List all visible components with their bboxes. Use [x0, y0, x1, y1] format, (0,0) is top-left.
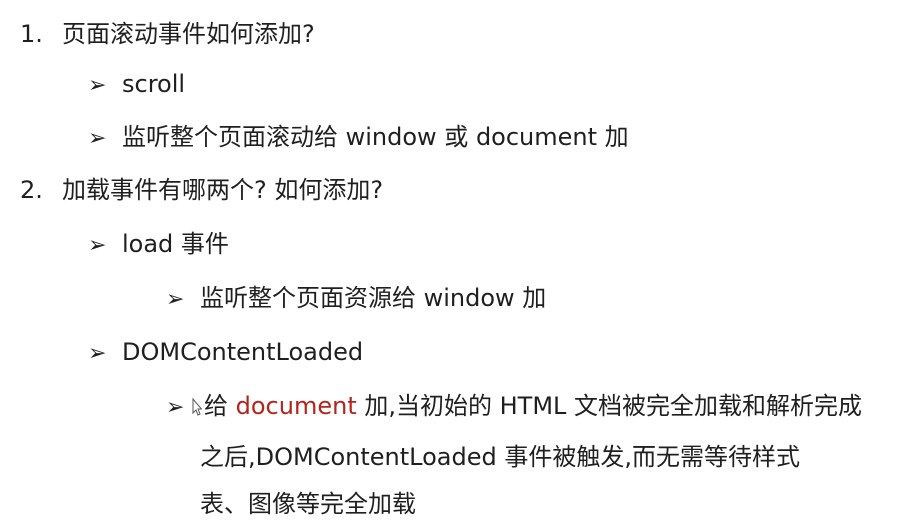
answer-2-b: ➢ DOMContentLoaded — [88, 335, 363, 371]
question-text: 页面滚动事件如何添加? — [62, 20, 315, 48]
answer-1-b: ➢ 监听整个页面滚动给 window 或 document 加 — [88, 120, 629, 156]
detail-suffix: 加,当初始的 HTML 文档被完全加载和解析完成 — [356, 392, 863, 420]
mouse-cursor-icon — [192, 398, 202, 416]
answer-2-b-detail-line1: ➢ 给 document 加,当初始的 HTML 文档被完全加载和解析完成 — [166, 389, 862, 425]
answer-text: 监听整个页面资源给 window 加 — [200, 284, 547, 312]
question-2: 2. 加载事件有哪两个? 如何添加? — [20, 173, 383, 207]
question-number: 2. — [20, 176, 43, 204]
arrow-bullet-icon: ➢ — [88, 73, 107, 98]
answer-1-a: ➢ scroll — [88, 67, 185, 103]
document-highlight: document — [235, 392, 357, 420]
arrow-bullet-icon: ➢ — [88, 126, 107, 151]
answer-2-a-detail: ➢ 监听整个页面资源给 window 加 — [166, 281, 546, 317]
answer-2-b-detail-line3: 表、图像等完全加载 — [200, 487, 416, 521]
answer-text: load 事件 — [122, 230, 229, 258]
question-1: 1. 页面滚动事件如何添加? — [20, 17, 315, 51]
detail-line3: 表、图像等完全加载 — [200, 490, 416, 518]
detail-line2: 之后,DOMContentLoaded 事件被触发,而无需等待样式 — [200, 443, 800, 471]
arrow-bullet-icon: ➢ — [166, 287, 185, 312]
answer-text: scroll — [122, 70, 186, 98]
question-number: 1. — [20, 20, 43, 48]
answer-2-b-detail-line2: 之后,DOMContentLoaded 事件被触发,而无需等待样式 — [200, 440, 800, 474]
arrow-bullet-icon: ➢ — [88, 341, 107, 366]
question-text: 加载事件有哪两个? 如何添加? — [62, 176, 384, 204]
arrow-bullet-icon: ➢ — [88, 233, 107, 258]
answer-2-a: ➢ load 事件 — [88, 227, 229, 263]
answer-text: 监听整个页面滚动给 window 或 document 加 — [122, 123, 629, 151]
detail-prefix: 给 — [204, 392, 236, 420]
answer-text: DOMContentLoaded — [122, 338, 364, 366]
